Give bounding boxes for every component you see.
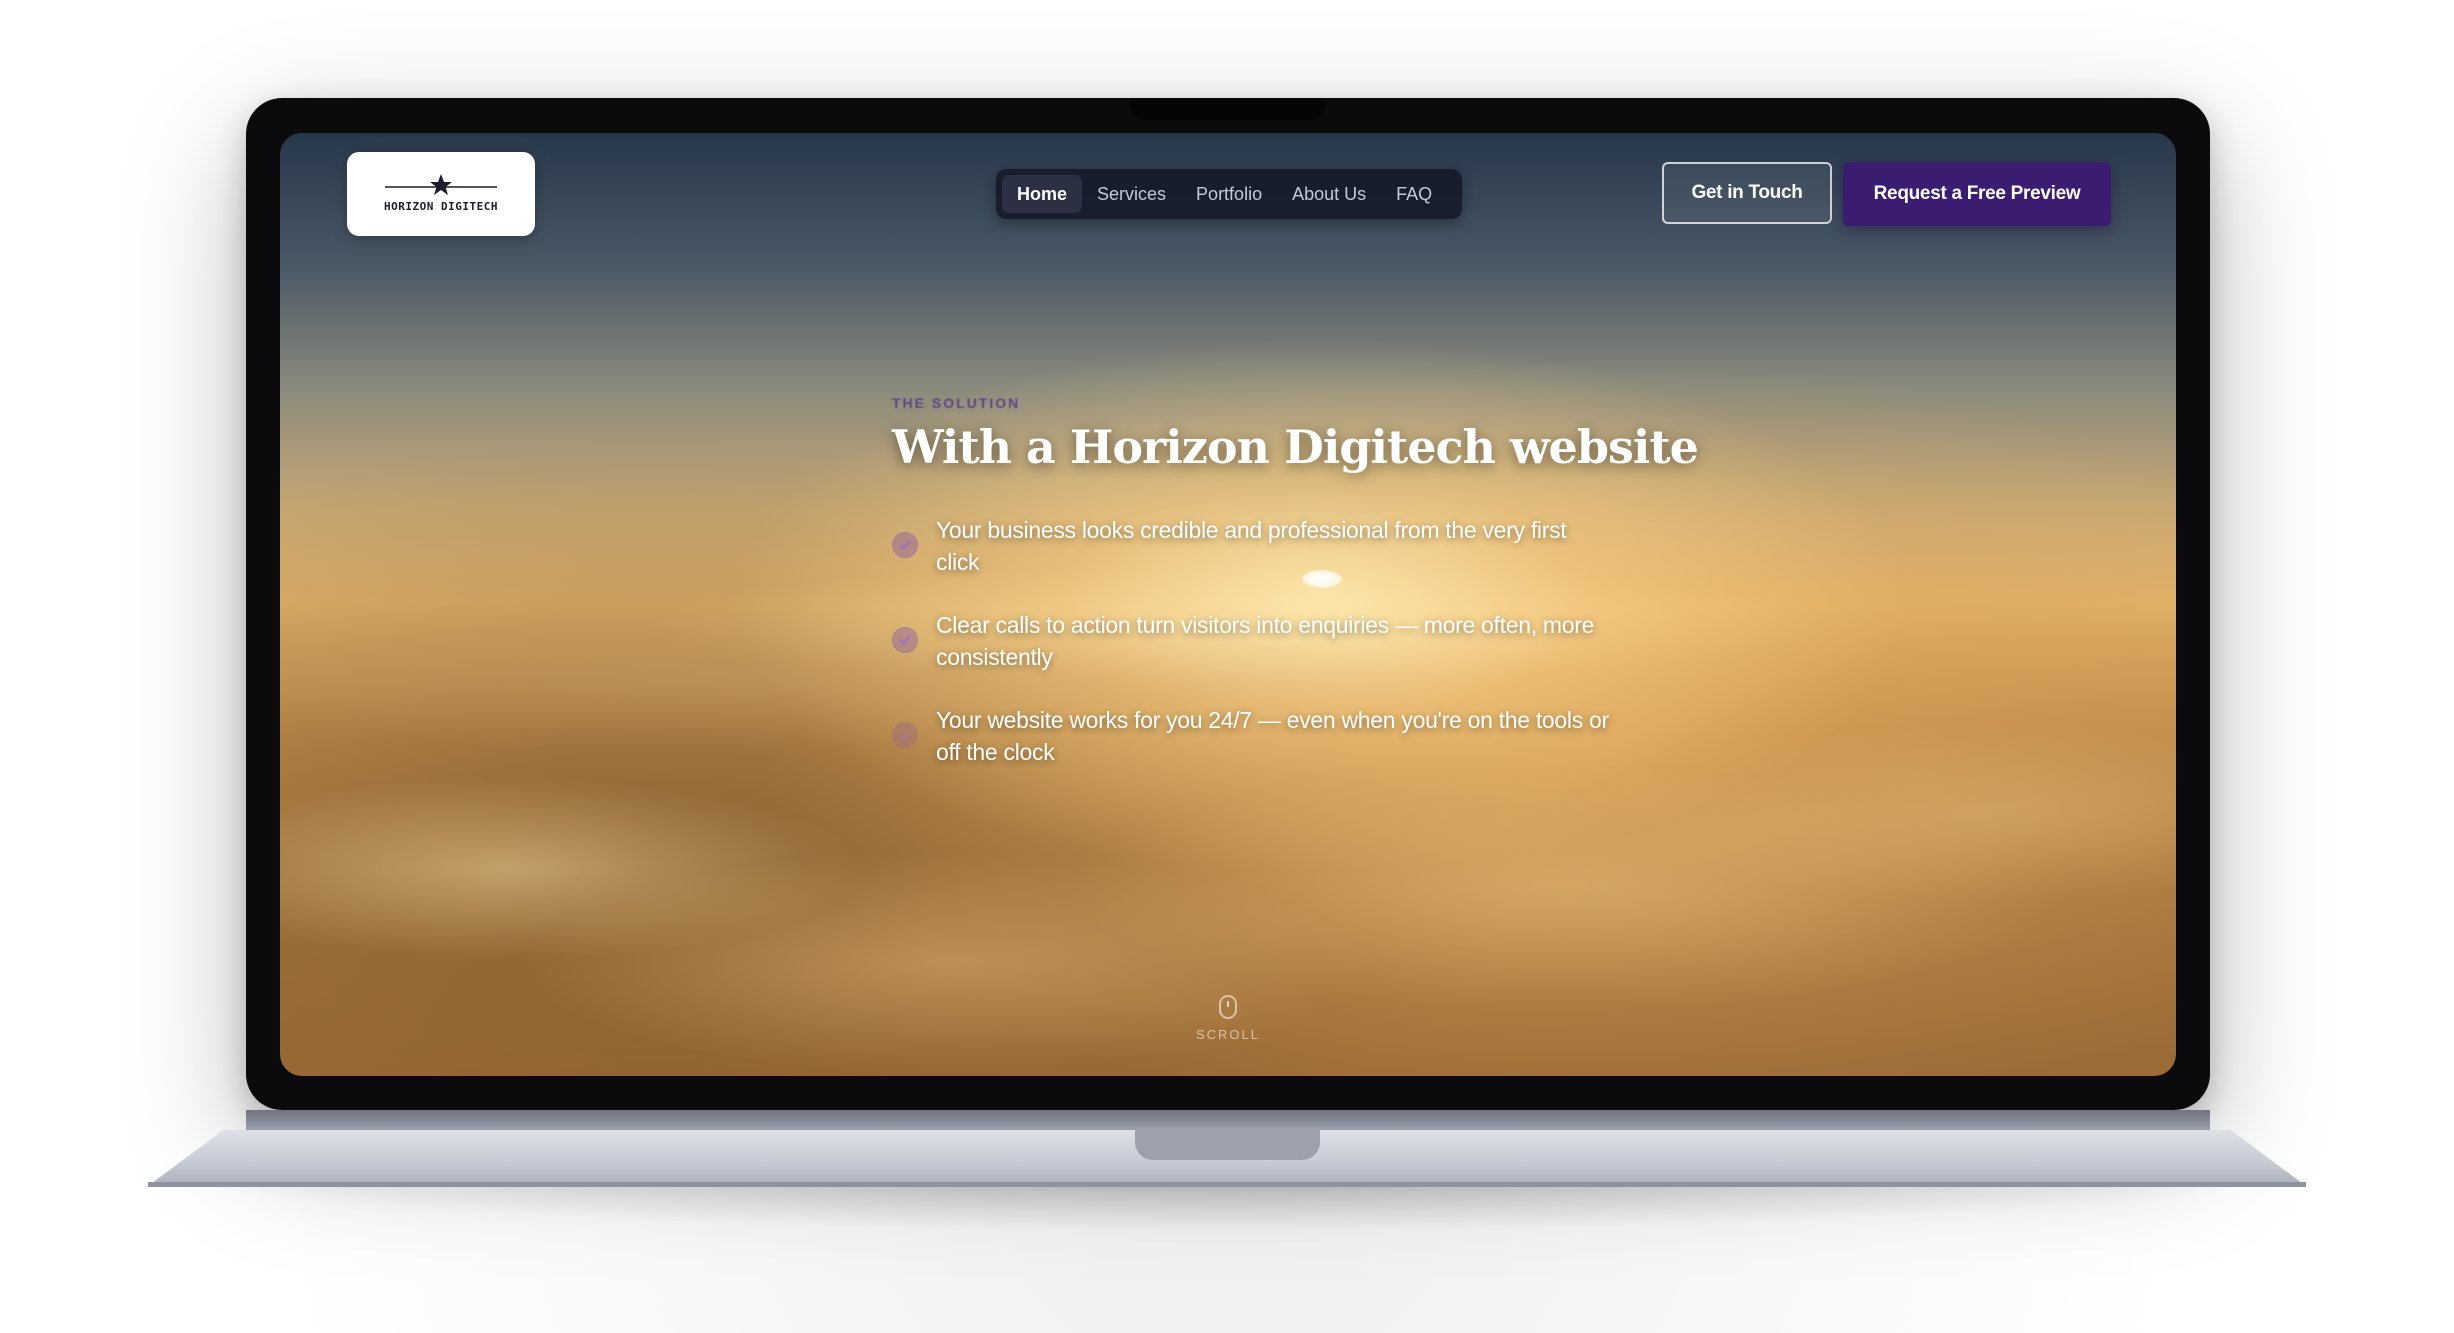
hero-section: THE SOLUTION With a Horizon Digitech web…: [892, 395, 1699, 799]
list-item: Clear calls to action turn visitors into…: [892, 609, 1612, 673]
laptop-mockup: HORIZON DIGITECH Home Services Portfolio…: [0, 0, 2454, 1333]
benefit-list: Your business looks credible and profess…: [892, 514, 1612, 768]
nav-item-home[interactable]: Home: [1002, 175, 1083, 213]
mouse-icon: [1219, 995, 1237, 1019]
request-preview-button[interactable]: Request a Free Preview: [1843, 162, 2111, 226]
nav-item-services[interactable]: Services: [1082, 175, 1181, 213]
laptop-hinge: [246, 1110, 2210, 1130]
hero-title: With a Horizon Digitech website: [892, 420, 1699, 474]
check-icon: [892, 531, 918, 558]
laptop-base-edge: [148, 1182, 2306, 1187]
nav-item-portfolio[interactable]: Portfolio: [1181, 175, 1277, 213]
logo[interactable]: HORIZON DIGITECH: [347, 152, 535, 236]
nav-item-about-us[interactable]: About Us: [1277, 175, 1381, 213]
scroll-indicator[interactable]: SCROLL: [1188, 995, 1268, 1042]
check-icon: [892, 626, 918, 653]
scroll-label: SCROLL: [1195, 1027, 1261, 1042]
website-screen: HORIZON DIGITECH Home Services Portfolio…: [280, 133, 2176, 1076]
main-navigation: Home Services Portfolio About Us FAQ: [996, 169, 1462, 219]
list-item: Your website works for you 24/7 — even w…: [892, 704, 1612, 768]
benefit-text: Clear calls to action turn visitors into…: [936, 611, 1595, 670]
laptop-thumb-notch: [1135, 1128, 1320, 1160]
camera-notch: [1130, 98, 1325, 120]
check-icon: [892, 721, 918, 748]
section-eyebrow: THE SOLUTION: [892, 395, 1021, 411]
nav-item-faq[interactable]: FAQ: [1381, 175, 1447, 213]
list-item: Your business looks credible and profess…: [892, 514, 1612, 578]
get-in-touch-button[interactable]: Get in Touch: [1662, 162, 1832, 224]
benefit-text: Your website works for you 24/7 — even w…: [936, 706, 1609, 765]
star-horizon-icon: [385, 174, 497, 195]
logo-wordmark: HORIZON DIGITECH: [384, 200, 498, 213]
benefit-text: Your business looks credible and profess…: [936, 516, 1567, 575]
